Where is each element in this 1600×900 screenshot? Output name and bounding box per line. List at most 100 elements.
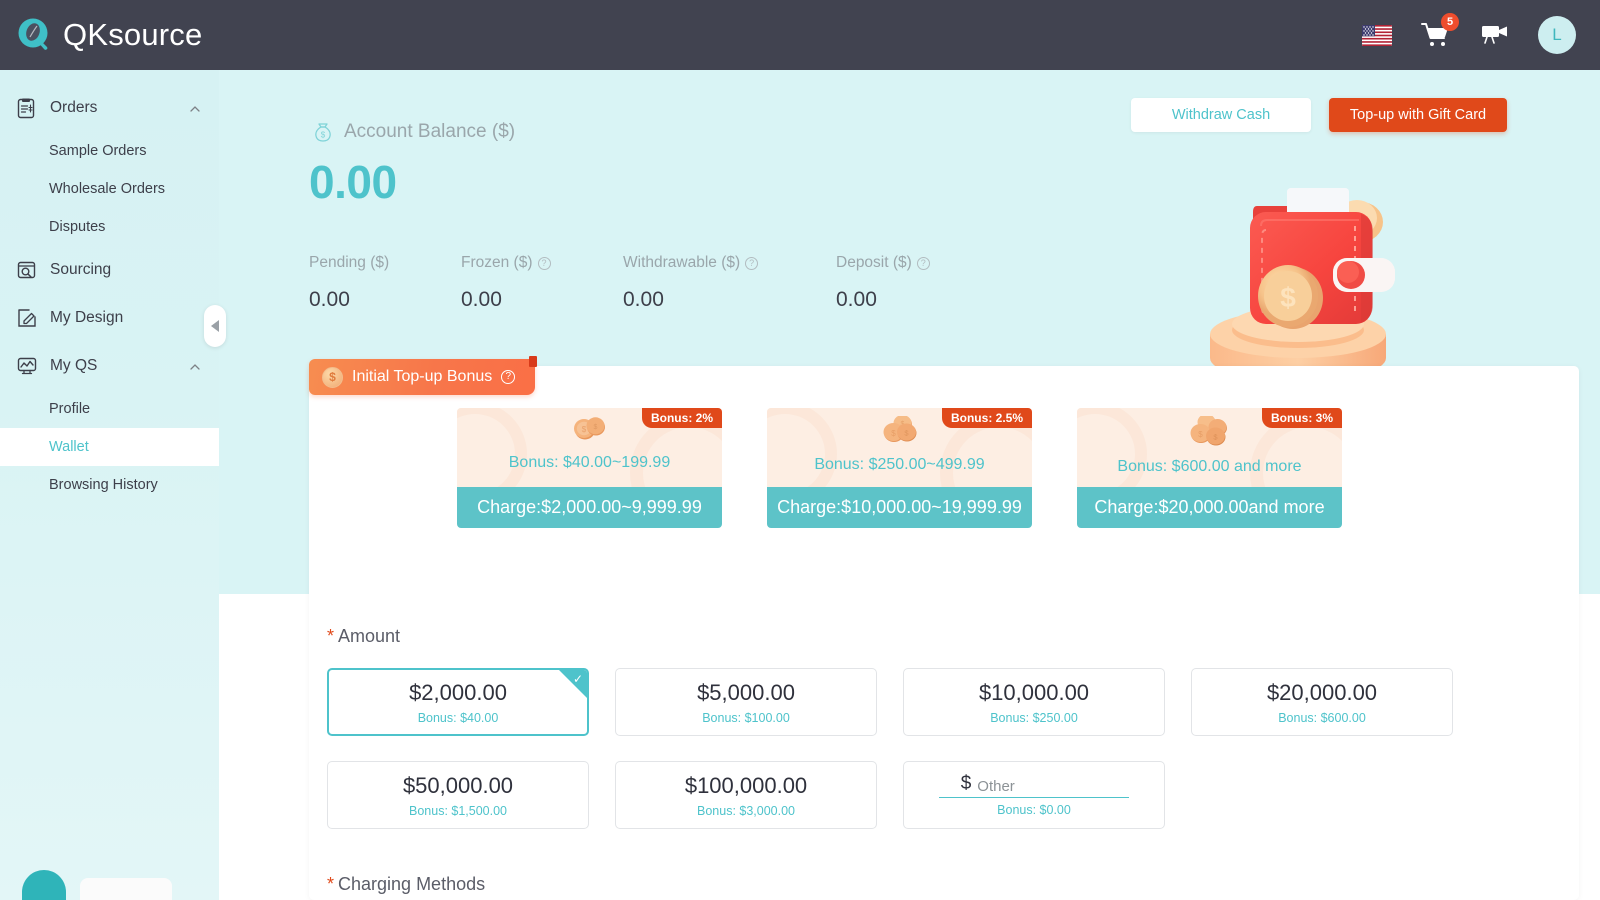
- amount-options-grid: $2,000.00 Bonus: $40.00 ✓ $5,000.00 Bonu…: [327, 668, 1453, 829]
- coin-stack-icon: $ $: [1189, 414, 1231, 451]
- sourcing-search-icon: [16, 259, 38, 281]
- bonus-tier-card[interactable]: Bonus: 3% $ $ Bonus: $600.00 and more Ch…: [1077, 408, 1342, 528]
- user-avatar[interactable]: L: [1538, 16, 1576, 54]
- amount-option[interactable]: $100,000.00 Bonus: $3,000.00: [615, 761, 877, 829]
- stat-withdrawable: Withdrawable ($) ? 0.00: [623, 252, 836, 312]
- amount-value: $5,000.00: [697, 679, 795, 705]
- sidebar-item-wallet[interactable]: Wallet: [0, 428, 219, 466]
- bonus-percent-badge: Bonus: 2%: [641, 408, 722, 428]
- my-design-pencil-icon: [16, 307, 38, 329]
- bonus-tier-card[interactable]: Bonus: 2.5% $ $ $: [767, 408, 1032, 528]
- account-balance-header: $ Account Balance ($): [311, 120, 515, 144]
- amount-bonus: Bonus: $3,000.00: [697, 803, 795, 818]
- stat-label: Withdrawable ($): [623, 254, 741, 271]
- amount-option[interactable]: $5,000.00 Bonus: $100.00: [615, 668, 877, 736]
- question-mark-icon[interactable]: ?: [501, 370, 516, 384]
- avatar-initial: L: [1552, 25, 1562, 44]
- amount-option[interactable]: $20,000.00 Bonus: $600.00: [1191, 668, 1453, 736]
- stat-value: 0.00: [461, 288, 502, 311]
- sidebar-item-orders[interactable]: Orders: [0, 84, 219, 132]
- stat-frozen: Frozen ($) ? 0.00: [461, 252, 623, 312]
- bonus-tier-cards: Bonus: 2% $ $ Bonus: $40.00~199.99 Charg…: [457, 408, 1342, 528]
- sidebar-collapse-button[interactable]: [204, 305, 226, 347]
- sidebar-item-my-design[interactable]: My Design: [0, 294, 219, 342]
- main-content: Withdraw Cash Top-up with Gift Card $ Ac…: [219, 70, 1600, 900]
- balance-stats: Pending ($) 0.00 Frozen ($) ? 0.00 Withd…: [309, 252, 930, 312]
- amount-bonus: Bonus: $100.00: [702, 710, 790, 725]
- sidebar-item-browsing-history[interactable]: Browsing History: [0, 466, 219, 504]
- withdraw-cash-button[interactable]: Withdraw Cash: [1131, 98, 1311, 132]
- sidebar-item-label: Sourcing: [50, 261, 112, 278]
- topup-panel: Bonus: 2% $ $ Bonus: $40.00~199.99 Charg…: [309, 366, 1579, 900]
- amount-option[interactable]: $2,000.00 Bonus: $40.00 ✓: [327, 668, 589, 736]
- question-mark-icon[interactable]: ?: [537, 256, 551, 270]
- amount-bonus: Bonus: $250.00: [990, 710, 1078, 725]
- stat-deposit: Deposit ($) ? 0.00: [836, 252, 930, 312]
- question-mark-icon[interactable]: ?: [745, 256, 759, 270]
- red-wallet-with-coin-illustration: $: [1165, 170, 1425, 390]
- brand-name: QKsource: [63, 17, 203, 52]
- sidebar-item-label: My Design: [50, 309, 124, 326]
- svg-text:$: $: [593, 424, 597, 431]
- shopping-cart-button[interactable]: 5: [1420, 13, 1459, 50]
- amount-value: $2,000.00: [409, 679, 507, 705]
- sidebar-item-profile[interactable]: Profile: [0, 390, 219, 428]
- amount-section-label: * Amount: [327, 626, 400, 647]
- currency-symbol: $: [960, 773, 972, 794]
- sidebar-item-sample-orders[interactable]: Sample Orders: [0, 132, 219, 170]
- charging-methods-label: * Charging Methods: [327, 874, 485, 895]
- sidebar-item-label: My QS: [50, 357, 98, 374]
- sidebar-item-label: Sample Orders: [49, 143, 147, 159]
- amount-option[interactable]: $50,000.00 Bonus: $1,500.00: [327, 761, 589, 829]
- stat-label: Deposit ($): [836, 254, 912, 271]
- brand-logo[interactable]: QKsource: [16, 16, 202, 54]
- bonus-tab-label: Initial Top-up Bonus: [352, 368, 493, 385]
- stat-label: Pending ($): [309, 254, 390, 271]
- sidebar-item-my-qs[interactable]: My QS: [0, 342, 219, 390]
- top-navigation-bar: QKsource 5 L: [0, 0, 1600, 70]
- amount-bonus: Bonus: $40.00: [417, 710, 499, 725]
- stat-value: 0.00: [623, 288, 664, 311]
- custom-amount-input[interactable]: [977, 778, 1108, 795]
- amount-value: $100,000.00: [684, 772, 808, 798]
- sidebar-item-disputes[interactable]: Disputes: [0, 208, 219, 246]
- three-coins-icon: $ $ $: [881, 415, 919, 449]
- amount-value: $50,000.00: [402, 772, 514, 798]
- account-balance-label: Account Balance ($): [344, 121, 516, 142]
- orders-clipboard-icon: [16, 97, 38, 119]
- amount-label-text: Amount: [338, 626, 401, 646]
- coin-icon: $: [322, 366, 343, 388]
- us-flag-icon[interactable]: [1362, 24, 1392, 46]
- initial-topup-bonus-tab[interactable]: $ Initial Top-up Bonus ?: [309, 356, 538, 395]
- required-asterisk: *: [327, 626, 335, 646]
- bonus-tier-card[interactable]: Bonus: 2% $ $ Bonus: $40.00~199.99 Charg…: [457, 408, 722, 528]
- amount-option[interactable]: $10,000.00 Bonus: $250.00: [903, 668, 1165, 736]
- sidebar-footer-avatar[interactable]: [22, 870, 66, 900]
- video-camera-button[interactable]: [1480, 22, 1510, 49]
- wallet-action-buttons: Withdraw Cash Top-up with Gift Card: [1131, 98, 1507, 132]
- stat-value: 0.00: [309, 288, 350, 311]
- qksource-magnifier-logo-icon: [16, 16, 54, 54]
- bonus-charge-range: Charge:$10,000.00~19,999.99: [767, 487, 1032, 528]
- sidebar-item-label: Browsing History: [49, 477, 158, 493]
- bonus-range-text: Bonus: $250.00~499.99: [814, 456, 985, 473]
- bonus-range-text: Bonus: $600.00 and more: [1117, 458, 1302, 475]
- question-mark-icon[interactable]: ?: [916, 256, 930, 270]
- sidebar-footer-pill[interactable]: [80, 878, 172, 900]
- required-asterisk: *: [327, 874, 335, 894]
- topup-gift-card-button[interactable]: Top-up with Gift Card: [1329, 98, 1507, 132]
- sidebar-item-wholesale-orders[interactable]: Wholesale Orders: [0, 170, 219, 208]
- sidebar-item-label: Profile: [49, 401, 91, 417]
- sidebar-item-sourcing[interactable]: Sourcing: [0, 246, 219, 294]
- amount-option-other[interactable]: $ Bonus: $0.00: [903, 761, 1165, 829]
- sidebar-item-label: Disputes: [49, 219, 106, 235]
- stat-value: 0.00: [836, 288, 877, 311]
- bonus-percent-badge: Bonus: 3%: [1261, 408, 1342, 428]
- collapse-left-arrow-icon: [211, 320, 219, 332]
- bonus-charge-range: Charge:$20,000.00and more: [1077, 487, 1342, 528]
- custom-amount-row: $: [939, 773, 1129, 798]
- money-bag-icon: $: [311, 120, 335, 144]
- amount-bonus: Bonus: $1,500.00: [409, 803, 507, 818]
- amount-value: $20,000.00: [1266, 679, 1378, 705]
- sidebar-navigation: Orders Sample Orders Wholesale Orders Di…: [0, 70, 219, 900]
